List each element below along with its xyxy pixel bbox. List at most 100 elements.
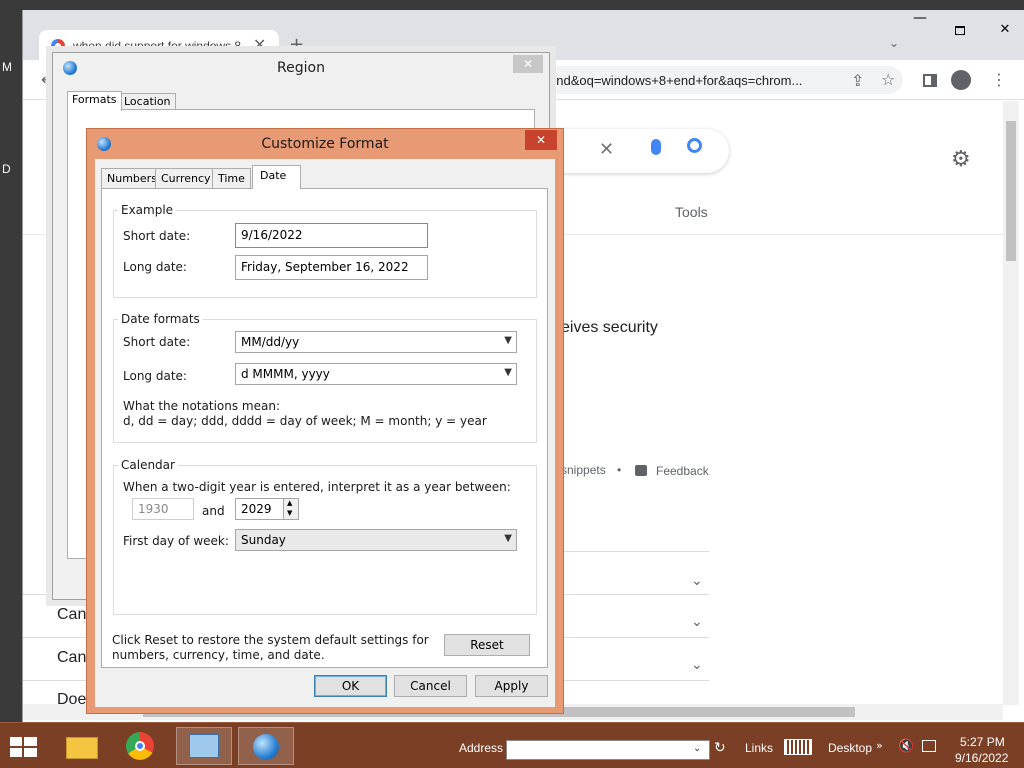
settings-gear-icon[interactable]: ⚙ — [951, 147, 971, 172]
keyboard-icon[interactable] — [784, 739, 812, 755]
clock-date[interactable]: 9/16/2022 — [955, 751, 1008, 765]
microphone-icon[interactable] — [651, 139, 661, 155]
desktop-label[interactable]: Desktop — [828, 741, 872, 755]
first-day-value: Sunday — [241, 533, 286, 547]
tab-formats[interactable]: Formats — [67, 91, 122, 111]
chevron-down-icon: ▼ — [504, 335, 512, 346]
expand-chevron-icon[interactable]: ⌄ — [691, 573, 703, 589]
long-date-format-value: d MMMM, yyyy — [241, 367, 330, 381]
volume-muted-icon[interactable]: 🔇 — [898, 739, 914, 754]
tab-time[interactable]: Time — [212, 168, 251, 188]
format-short-date-label: Short date: — [123, 335, 191, 349]
faq-divider — [563, 551, 709, 552]
desktop-label-m: M — [2, 60, 12, 74]
address-label: Address — [459, 741, 504, 755]
clear-search-icon[interactable]: ✕ — [599, 139, 614, 160]
year-to-field[interactable]: 2029 — [235, 498, 285, 520]
date-panel: Example Short date: 9/16/2022 Long date:… — [101, 188, 548, 668]
example-long-date-label: Long date: — [123, 260, 187, 274]
vertical-scrollbar[interactable] — [1003, 101, 1019, 705]
maximize-icon[interactable] — [955, 26, 965, 35]
desktop-label-d: D — [2, 162, 11, 176]
region-close-icon[interactable]: ✕ — [513, 55, 543, 73]
example-short-date-label: Short date: — [123, 229, 191, 243]
faq-question[interactable]: Can — [57, 606, 86, 624]
folder-icon — [66, 737, 98, 759]
tab-numbers[interactable]: Numbers — [101, 168, 163, 188]
short-date-format-dropdown[interactable]: MM/dd/yy ▼ — [235, 331, 517, 353]
expand-chevron-icon[interactable]: ⌄ — [691, 657, 703, 673]
vertical-scroll-thumb[interactable] — [1006, 121, 1016, 261]
ok-button[interactable]: OK — [314, 675, 387, 697]
cancel-button[interactable]: Cancel — [394, 675, 467, 697]
year-from-field: 1930 — [132, 498, 194, 520]
clock-time[interactable]: 5:27 PM — [960, 735, 1005, 749]
profile-avatar-icon[interactable] — [951, 70, 971, 90]
omnibox[interactable]: end&oq=windows+8+end+for&aqs=chrom... — [503, 66, 903, 94]
format-long-date-label: Long date: — [123, 369, 187, 383]
expand-chevron-icon[interactable]: ⌄ — [691, 614, 703, 630]
chevron-up-icon[interactable]: » — [876, 739, 883, 752]
apply-button[interactable]: Apply — [475, 675, 548, 697]
chevron-down-icon: ▼ — [504, 533, 512, 544]
tab-location[interactable]: Location — [119, 93, 176, 110]
control-panel-icon — [189, 734, 219, 758]
snippet-text: eives security — [561, 319, 658, 336]
spin-down-icon[interactable]: ▼ — [287, 509, 292, 517]
control-panel-taskbar-button[interactable] — [176, 727, 232, 765]
example-short-date-field[interactable]: 9/16/2022 — [235, 223, 428, 248]
side-panel-icon[interactable] — [923, 74, 937, 87]
windows-start-icon[interactable] — [10, 737, 38, 757]
long-date-format-dropdown[interactable]: d MMMM, yyyy ▼ — [235, 363, 517, 385]
feedback-icon[interactable] — [635, 465, 647, 476]
region-titlebar: Region ✕ — [53, 53, 549, 83]
and-label: and — [202, 504, 225, 518]
customize-format-dialog: Customize Format ✕ Numbers Currency Time… — [86, 128, 564, 714]
tools-link[interactable]: Tools — [675, 204, 708, 220]
first-day-dropdown[interactable]: Sunday ▼ — [235, 529, 517, 551]
first-day-label: First day of week: — [123, 534, 229, 548]
feedback-link[interactable]: Feedback — [656, 464, 709, 478]
file-explorer-taskbar-button[interactable] — [56, 727, 112, 765]
tab-search-chevron-down-icon[interactable]: ⌄ — [889, 36, 899, 50]
minimize-icon[interactable]: — — [913, 10, 927, 26]
reset-button[interactable]: Reset — [444, 634, 530, 656]
bullet-separator: • — [617, 463, 622, 477]
date-formats-group-label: Date formats — [118, 312, 203, 326]
network-icon[interactable] — [922, 740, 936, 752]
example-group-label: Example — [118, 203, 177, 217]
region-taskbar-button[interactable] — [238, 727, 294, 765]
customize-body: Numbers Currency Time Date Example Short… — [95, 159, 555, 707]
snippets-link[interactable]: snippets — [561, 463, 606, 477]
google-favicon-icon — [51, 39, 65, 53]
notation-title: What the notations mean: — [123, 399, 280, 413]
tab-currency[interactable]: Currency — [155, 168, 217, 188]
year-spinner[interactable]: ▲ ▼ — [283, 498, 299, 520]
short-date-format-value: MM/dd/yy — [241, 335, 300, 349]
chrome-taskbar-button[interactable] — [114, 727, 170, 765]
customize-format-title: Customize Format — [261, 136, 389, 152]
tab-date[interactable]: Date — [252, 165, 302, 189]
calendar-group-label: Calendar — [118, 458, 178, 472]
address-input[interactable]: ⌄ — [506, 740, 710, 760]
two-digit-year-text: When a two-digit year is entered, interp… — [123, 480, 511, 494]
example-long-date-field[interactable]: Friday, September 16, 2022 — [235, 255, 428, 280]
spin-up-icon[interactable]: ▲ — [287, 499, 292, 507]
refresh-icon[interactable]: ↻ — [714, 740, 726, 756]
reset-text-line2: numbers, currency, time, and date. — [112, 648, 325, 662]
region-title: Region — [277, 60, 325, 76]
chrome-close-icon[interactable]: ✕ — [985, 22, 1024, 42]
share-icon[interactable]: ⇪ — [851, 71, 864, 90]
reset-text-line1: Click Reset to restore the system defaul… — [112, 633, 429, 647]
faq-question[interactable]: Can — [57, 649, 86, 667]
chevron-down-icon[interactable]: ⌄ — [693, 743, 701, 754]
search-icon[interactable] — [687, 138, 702, 153]
tab-title: when did support for windows 8 — [73, 39, 242, 53]
bookmark-star-icon[interactable]: ☆ — [881, 70, 895, 89]
customize-close-icon[interactable]: ✕ — [525, 130, 557, 150]
menu-dots-icon[interactable]: ⋮ — [991, 70, 1007, 89]
chevron-down-icon: ▼ — [504, 367, 512, 378]
taskbar: Address ⌄ ↻ Links Desktop » 🔇 5:27 PM 9/… — [0, 722, 1024, 768]
links-label[interactable]: Links — [745, 741, 773, 755]
url-text: end&oq=windows+8+end+for&aqs=chrom... — [549, 73, 803, 88]
